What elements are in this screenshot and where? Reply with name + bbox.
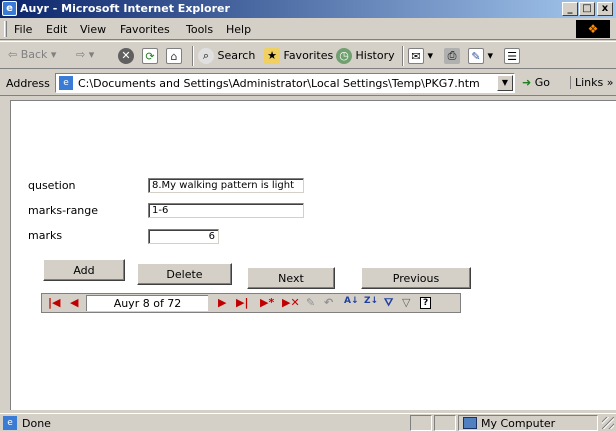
go-arrow-icon: ➜	[522, 76, 532, 89]
go-button[interactable]: ➜ Go	[522, 76, 550, 89]
toolbar: ⇦ Back ▾ ⇨ ▾ ✕ ⟳ ⌂ ⌕ Search ★ Favorites …	[0, 41, 616, 69]
status-panel	[434, 415, 456, 431]
resize-grip[interactable]	[602, 417, 614, 429]
status-bar: e Done My Computer	[0, 413, 616, 431]
computer-icon	[463, 417, 477, 429]
menu-edit[interactable]: Edit	[46, 23, 67, 36]
prev-record-icon[interactable]: ◀	[70, 296, 78, 309]
menu-bar: File Edit View Favorites Tools Help ❖	[0, 18, 616, 40]
back-arrow-icon: ⇦	[8, 48, 18, 61]
address-label: Address	[6, 77, 50, 90]
status-text: Done	[22, 417, 51, 430]
print-icon: ⎙	[444, 48, 460, 64]
menu-file[interactable]: File	[14, 23, 32, 36]
links-button[interactable]: Links »	[570, 76, 613, 89]
mail-icon: ✉	[408, 48, 424, 64]
next-record-icon[interactable]: ▶	[218, 296, 226, 309]
zone-text: My Computer	[481, 417, 556, 430]
stop-button[interactable]: ✕	[118, 48, 134, 64]
marks-range-field[interactable]: 1-6	[148, 203, 304, 218]
filter-icon[interactable]: ▽	[402, 296, 410, 309]
marks-range-label: marks-range	[28, 204, 99, 217]
search-icon: ⌕	[198, 48, 214, 64]
stop-icon: ✕	[118, 48, 134, 64]
toolbar-separator	[402, 46, 404, 66]
address-input[interactable]: e C:\Documents and Settings\Administrato…	[55, 73, 515, 93]
sort-ascending-icon[interactable]: A↓	[344, 296, 359, 306]
history-button[interactable]: ◷ History	[336, 48, 395, 64]
previous-button[interactable]: Previous	[361, 267, 471, 289]
maximize-button[interactable]: □	[579, 2, 595, 16]
help-icon[interactable]: ?	[420, 297, 432, 309]
history-label: History	[355, 49, 395, 62]
favorites-label: Favorites	[283, 49, 334, 62]
sort-descending-icon[interactable]: Z↓	[364, 296, 378, 306]
new-record-icon[interactable]: ▶*	[260, 296, 274, 309]
forward-arrow-icon: ⇨	[76, 48, 86, 61]
question-field[interactable]: 8.My walking pattern is light	[148, 178, 304, 193]
menu-view[interactable]: View	[80, 23, 106, 36]
search-label: Search	[217, 49, 256, 62]
zone-panel: My Computer	[458, 415, 598, 431]
title-bar: e Auyr - Microsoft Internet Explorer _ □…	[0, 0, 616, 18]
record-position: Auyr 8 of 72	[86, 295, 208, 311]
home-button[interactable]: ⌂	[166, 48, 182, 64]
history-icon: ◷	[336, 48, 352, 64]
forward-button[interactable]: ⇨ ▾	[76, 48, 94, 61]
edit-icon: ✎	[468, 48, 484, 64]
marks-field[interactable]: 6	[148, 229, 219, 244]
menu-favorites[interactable]: Favorites	[120, 23, 170, 36]
next-button[interactable]: Next	[247, 267, 335, 289]
mail-button[interactable]: ✉ ▾	[408, 48, 433, 64]
save-record-icon[interactable]: ✎	[306, 296, 315, 309]
back-button[interactable]: ⇦ Back ▾	[8, 48, 56, 61]
record-navigator: |◀ ◀ Auyr 8 of 72 ▶ ▶| ▶* ▶✕ ✎ ↶ A↓ Z↓ ⛛…	[41, 293, 461, 313]
print-button[interactable]: ⎙	[444, 48, 460, 64]
page-icon: e	[59, 76, 73, 90]
menu-tools[interactable]: Tools	[186, 23, 213, 36]
toolbar-separator	[192, 46, 194, 66]
search-button[interactable]: ⌕ Search	[198, 48, 255, 64]
refresh-button[interactable]: ⟳	[142, 48, 158, 64]
refresh-icon: ⟳	[142, 48, 158, 64]
page-content: qusetion 8.My walking pattern is light m…	[10, 100, 616, 410]
first-record-icon[interactable]: |◀	[48, 296, 60, 309]
go-label: Go	[534, 76, 550, 89]
marks-label: marks	[28, 229, 63, 242]
delete-button[interactable]: Delete	[137, 263, 232, 285]
address-value: C:\Documents and Settings\Administrator\…	[78, 77, 480, 90]
back-label: Back	[20, 48, 48, 61]
discuss-icon: ☰	[504, 48, 520, 64]
delete-record-icon[interactable]: ▶✕	[282, 296, 300, 309]
undo-record-icon[interactable]: ↶	[324, 296, 333, 309]
menu-help[interactable]: Help	[226, 23, 251, 36]
status-panel	[410, 415, 432, 431]
home-icon: ⌂	[166, 48, 182, 64]
menu-grip	[4, 21, 7, 37]
close-button[interactable]: x	[597, 2, 613, 16]
windows-logo-icon: ❖	[576, 20, 610, 38]
favorites-icon: ★	[264, 48, 280, 64]
window-title: Auyr - Microsoft Internet Explorer	[20, 2, 230, 15]
page-done-icon: e	[3, 416, 17, 430]
address-bar: Address e C:\Documents and Settings\Admi…	[0, 70, 616, 96]
add-button[interactable]: Add	[43, 259, 125, 281]
edit-button[interactable]: ✎ ▾	[468, 48, 493, 64]
favorites-button[interactable]: ★ Favorites	[264, 48, 333, 64]
chevron-down-icon[interactable]: ▼	[497, 75, 513, 91]
discuss-button[interactable]: ☰	[504, 48, 520, 64]
minimize-button[interactable]: _	[562, 2, 578, 16]
filter-selection-icon[interactable]: ⛛	[384, 296, 393, 310]
question-label: qusetion	[28, 179, 76, 192]
last-record-icon[interactable]: ▶|	[236, 296, 248, 309]
ie-icon: e	[2, 1, 17, 16]
